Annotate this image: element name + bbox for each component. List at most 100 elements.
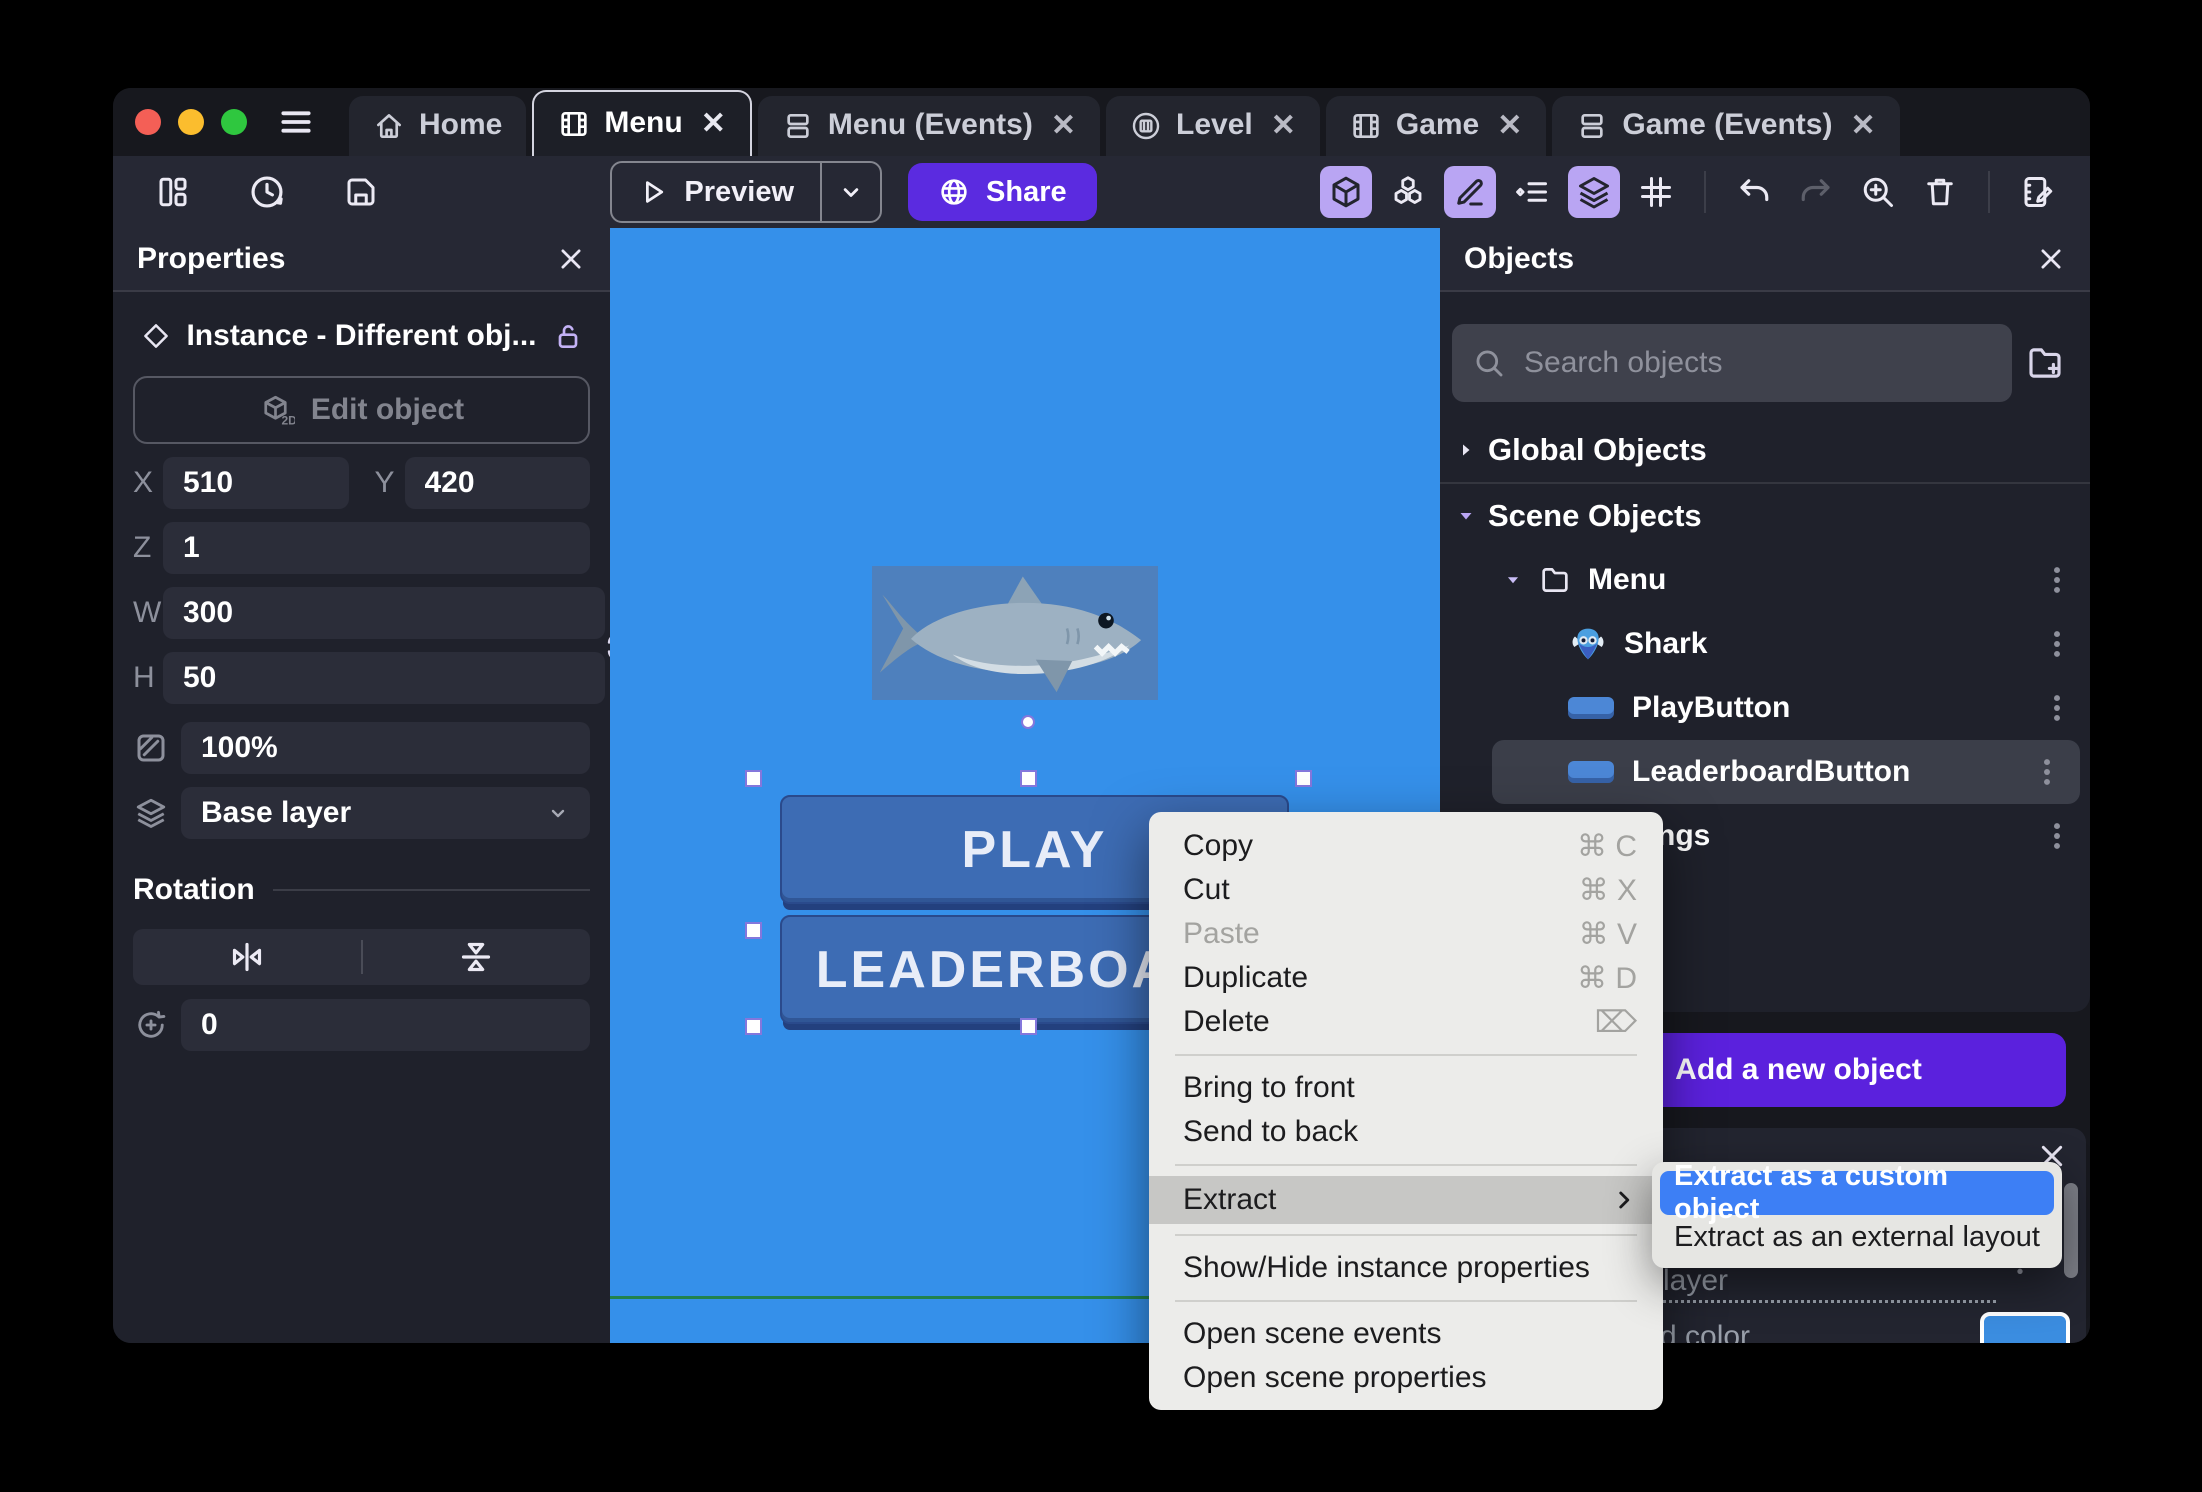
opacity-field[interactable] [181, 722, 590, 774]
flip-horizontal-button[interactable] [133, 937, 361, 977]
redo-icon[interactable] [1790, 166, 1842, 218]
minimize-window-button[interactable] [178, 109, 204, 135]
close-window-button[interactable] [135, 109, 161, 135]
scene-film-icon [558, 108, 590, 140]
global-objects-section[interactable]: Global Objects [1440, 426, 2090, 474]
menu-item-extract[interactable]: Extract [1149, 1176, 1663, 1224]
width-field[interactable] [163, 587, 605, 639]
search-objects-input[interactable] [1522, 345, 1992, 381]
layers-icon[interactable] [1568, 166, 1620, 218]
cube-3d-icon[interactable] [1320, 166, 1372, 218]
kebab-menu-icon[interactable] [2046, 691, 2068, 725]
selection-handle[interactable] [745, 922, 762, 939]
menu-item-label: Show/Hide instance properties [1183, 1251, 1590, 1284]
selection-handle[interactable] [1295, 770, 1312, 787]
close-tab-icon[interactable]: ✕ [701, 109, 726, 139]
menu-item-delete[interactable]: Delete ⌦ [1149, 1000, 1663, 1044]
maximize-window-button[interactable] [221, 109, 247, 135]
selection-handle[interactable] [745, 1018, 762, 1035]
globe-icon [938, 176, 970, 208]
close-tab-icon[interactable]: ✕ [1497, 111, 1522, 141]
menu-separator [1175, 1054, 1637, 1056]
save-icon[interactable] [335, 166, 387, 218]
selection-handle[interactable] [1020, 1018, 1037, 1035]
tab-level[interactable]: Level ✕ [1106, 96, 1320, 156]
tab-menu[interactable]: Menu ✕ [532, 90, 752, 156]
trash-icon[interactable] [1914, 166, 1966, 218]
kebab-menu-icon[interactable] [2046, 563, 2068, 597]
menu-item-label: Bring to front [1183, 1071, 1355, 1104]
y-field[interactable] [404, 457, 590, 509]
menu-item-bring-to-front[interactable]: Bring to front [1149, 1066, 1663, 1110]
scene-notes-icon[interactable] [2012, 166, 2064, 218]
close-tab-icon[interactable]: ✕ [1271, 111, 1296, 141]
edit-object-label: Edit object [310, 393, 465, 426]
object-row-leaderboardbutton[interactable]: LeaderboardButton [1492, 740, 2080, 804]
menu-item-cut[interactable]: Cut ⌘ X [1149, 868, 1663, 912]
menu-item-shortcut: ⌘ D [1577, 961, 1637, 995]
tab-menu-events[interactable]: Menu (Events) ✕ [757, 96, 1100, 156]
kebab-menu-icon[interactable] [2036, 755, 2058, 789]
layer-icon [133, 795, 181, 831]
menu-item-show-hide-instance-properties[interactable]: Show/Hide instance properties [1149, 1246, 1663, 1290]
extract-submenu: Extract as a custom object Extract as an… [1652, 1160, 2062, 1268]
tab-game[interactable]: Game ✕ [1325, 96, 1547, 156]
instance-list-icon[interactable] [1506, 166, 1558, 218]
close-properties-icon[interactable] [556, 244, 586, 274]
height-field[interactable] [163, 652, 605, 704]
chevron-down-icon [546, 801, 570, 825]
edit-object-button[interactable]: 2D Edit object [133, 376, 590, 444]
undo-icon[interactable] [1728, 166, 1780, 218]
kebab-menu-icon[interactable] [2046, 627, 2068, 661]
tab-label: Game [1395, 108, 1480, 141]
main-menu-hamburger-icon[interactable] [277, 88, 315, 156]
scene-objects-section[interactable]: Scene Objects [1440, 484, 2090, 548]
instances-cubes-icon[interactable] [1382, 166, 1434, 218]
menu-item-open-scene-properties[interactable]: Open scene properties [1149, 1356, 1663, 1400]
submenu-item-extract-custom-object[interactable]: Extract as a custom object [1660, 1160, 2054, 1225]
pencil-edit-icon[interactable] [1444, 166, 1496, 218]
background-color-swatch[interactable] [1980, 1312, 2070, 1343]
shark-image [879, 576, 1142, 693]
x-field[interactable] [163, 457, 349, 509]
object-row-playbutton[interactable]: PlayButton [1440, 676, 2090, 740]
triangle-right-icon [1454, 438, 1478, 462]
z-field[interactable] [163, 522, 590, 574]
menu-item-send-to-back[interactable]: Send to back [1149, 1110, 1663, 1154]
menu-item-copy[interactable]: Copy ⌘ C [1149, 824, 1663, 868]
submenu-item-extract-external-layout[interactable]: Extract as an external layout [1660, 1215, 2054, 1259]
preview-options-dropdown[interactable] [822, 178, 880, 206]
selection-handle[interactable] [745, 770, 762, 787]
open-panels-icon[interactable] [147, 166, 199, 218]
layer-select[interactable]: Base layer [181, 787, 590, 839]
scene-objects-label: Scene Objects [1488, 498, 1702, 533]
scrollbar-thumb[interactable] [2064, 1183, 2078, 1278]
tab-home[interactable]: Home [349, 96, 527, 156]
zoom-in-icon[interactable] [1852, 166, 1904, 218]
tab-label: Menu [604, 106, 683, 139]
object-row-shark[interactable]: Shark [1440, 612, 2090, 676]
angle-field[interactable] [181, 999, 590, 1051]
rotation-handle[interactable] [1021, 715, 1035, 729]
menu-item-open-scene-events[interactable]: Open scene events [1149, 1312, 1663, 1356]
kebab-menu-icon[interactable] [2046, 819, 2068, 853]
folder-row-menu[interactable]: Menu [1440, 548, 2090, 612]
tab-game-events[interactable]: Game (Events) ✕ [1552, 96, 1900, 156]
close-objects-icon[interactable] [2036, 244, 2066, 274]
menu-item-duplicate[interactable]: Duplicate ⌘ D [1149, 956, 1663, 1000]
shark-sprite[interactable] [872, 566, 1158, 700]
close-tab-icon[interactable]: ✕ [1850, 111, 1875, 141]
opacity-icon [133, 730, 181, 766]
flip-vertical-button[interactable] [363, 937, 591, 977]
share-button[interactable]: Share [908, 163, 1097, 221]
search-objects-box[interactable] [1452, 324, 2012, 402]
add-folder-icon[interactable] [2012, 342, 2078, 384]
history-icon[interactable] [241, 166, 293, 218]
close-tab-icon[interactable]: ✕ [1051, 111, 1076, 141]
grid-icon[interactable] [1630, 166, 1682, 218]
folder-icon [1538, 563, 1572, 597]
events-sheet-icon [1576, 110, 1608, 142]
selection-handle[interactable] [1020, 770, 1037, 787]
preview-button[interactable]: Preview [610, 161, 883, 223]
lock-open-icon[interactable] [552, 320, 584, 352]
